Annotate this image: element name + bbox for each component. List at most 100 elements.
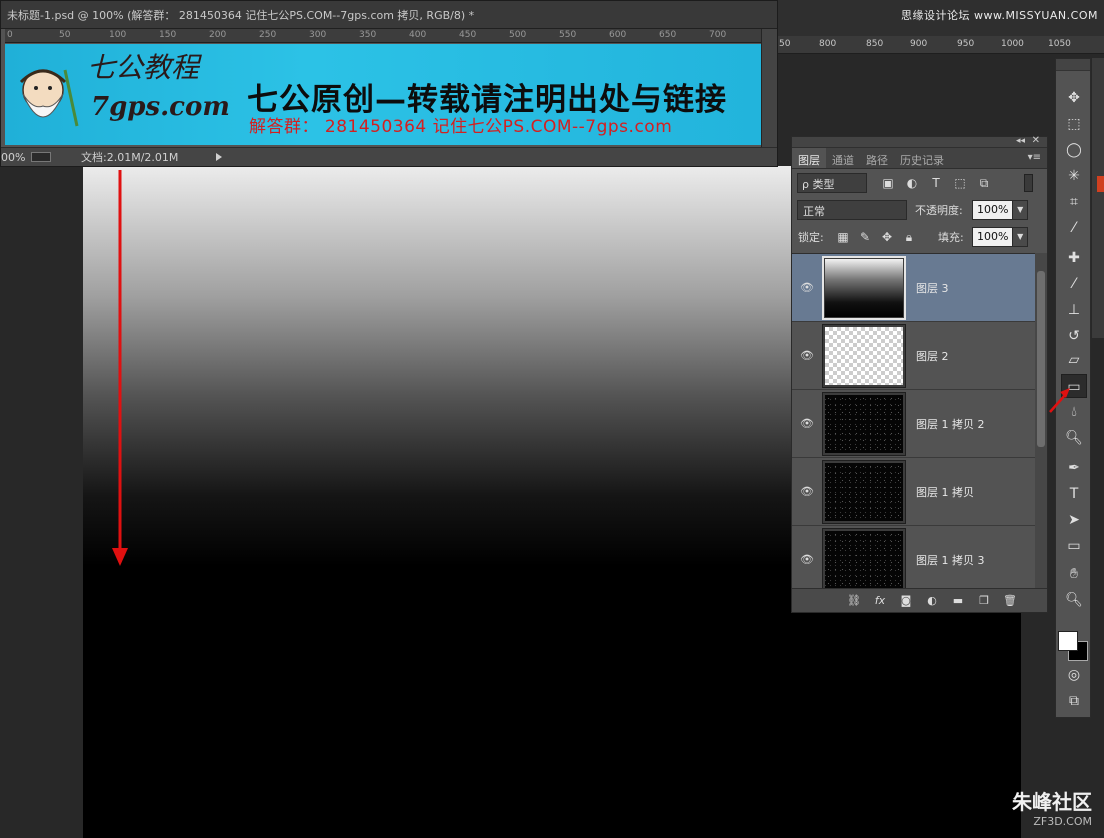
ruler-tick: 800 [819,39,837,49]
zoom-icon[interactable]: 🔍︎ [1061,588,1087,612]
tab-channels[interactable]: 通道 [826,148,860,168]
layer-row[interactable]: 👁︎ 图层 1 拷贝 3 [792,526,1035,588]
type-icon[interactable]: T [1061,482,1087,506]
eyedropper-icon[interactable]: ⁄ [1061,216,1087,240]
opacity-field[interactable]: 100% ▼ [972,200,1028,220]
shape-filter-icon[interactable]: ⬚ [952,175,968,191]
lock-pixels-icon[interactable]: ✎ [857,229,873,245]
crop-icon[interactable]: ⌗ [1061,190,1087,214]
layer-row[interactable]: 👁︎ 图层 2 [792,322,1035,390]
horizontal-ruler: 50 800 850 900 950 1000 1050 [777,36,1104,54]
adjustment-layer-icon[interactable]: ◐ [924,593,940,609]
brush-icon[interactable]: ⁄ [1061,272,1087,296]
status-menu-arrow-icon[interactable] [216,153,222,161]
foreground-color-swatch[interactable] [1058,631,1078,651]
layer-thumbnail[interactable] [822,255,906,320]
zoom-level[interactable]: 00% [1,151,31,164]
healing-icon[interactable]: ✚ [1061,246,1087,270]
history-brush-icon[interactable]: ↺ [1061,324,1087,348]
screen-mode-icon[interactable]: ⧉ [1061,689,1087,713]
ruler-tick: 950 [957,39,975,49]
layer-thumbnail[interactable] [822,391,906,456]
pixel-filter-icon[interactable]: ▣ [880,175,896,191]
document-scrollbar[interactable] [761,29,777,147]
chevron-down-icon[interactable]: ▼ [1012,228,1027,246]
rectangle-icon[interactable]: ▭ [1061,534,1087,558]
ruler-tick: 50 [779,39,791,49]
link-icon[interactable]: ⛓ [846,593,862,609]
folder-icon[interactable]: ▬ [950,593,966,609]
trash-icon[interactable]: 🗑︎ [1002,593,1018,609]
adjustment-filter-icon[interactable]: ◐ [904,175,920,191]
stamp-icon[interactable]: ⊥ [1061,298,1087,322]
panel-menu-icon[interactable]: ▾≡ [1028,152,1041,163]
mask-icon[interactable]: ◙ [898,593,914,609]
lock-transparent-icon[interactable]: ▦ [835,229,851,245]
quick-mask-icon[interactable]: ◎ [1061,663,1087,687]
ruler-tick: 350 [359,30,377,40]
layer-thumbnail[interactable] [822,323,906,388]
layer-name[interactable]: 图层 2 [916,348,949,364]
tab-history[interactable]: 历史记录 [894,148,950,168]
path-select-icon[interactable]: ➤ [1061,508,1087,532]
document-window[interactable]: 未标题-1.psd @ 100% (解答群： 281450364 记住七公PS.… [0,0,778,167]
color-chip [1097,176,1104,192]
opacity-value[interactable]: 100% [973,201,1013,219]
type-filter-icon[interactable]: T [928,175,944,191]
lock-position-icon[interactable]: ✥ [879,229,895,245]
eye-icon[interactable]: 👁︎ [792,553,822,566]
layer-name[interactable]: 图层 1 拷贝 3 [916,552,985,568]
layer-row[interactable]: 👁︎ 图层 1 拷贝 [792,458,1035,526]
dodge-icon[interactable]: 🔍︎ [1061,426,1087,450]
layer-row[interactable]: 👁︎ 图层 3 [792,254,1035,322]
eraser-icon[interactable]: ▱ [1061,348,1087,372]
ruler-tick: 600 [609,30,627,40]
quick-select-icon[interactable]: ✳ [1061,164,1087,188]
ruler-tick: 300 [309,30,327,40]
ruler-tick: 1000 [1001,39,1024,49]
fx-icon[interactable]: fx [872,593,888,609]
filter-toggle[interactable] [1024,174,1033,192]
document-tab[interactable]: 未标题-1.psd @ 100% (解答群： 281450364 记住七公PS.… [1,1,777,29]
layer-name[interactable]: 图层 3 [916,280,949,296]
layer-name[interactable]: 图层 1 拷贝 [916,484,974,500]
layer-name[interactable]: 图层 1 拷贝 2 [916,416,985,432]
tab-paths[interactable]: 路径 [860,148,894,168]
blend-row: 正常 不透明度: 100% ▼ [792,198,1047,222]
workspace-top-area: 思缘设计论坛 www.MISSYUAN.COM [777,0,1104,36]
collapse-icon[interactable]: ◂◂ [1016,136,1025,146]
eye-icon[interactable]: 👁︎ [792,281,822,294]
marquee-icon[interactable]: ⬚ [1061,112,1087,136]
panel-grip[interactable]: ◂◂ ✕ [792,135,1047,148]
gradient-direction-arrow [112,170,128,566]
blend-mode-select[interactable]: 正常 [797,200,907,220]
eye-icon[interactable]: 👁︎ [792,485,822,498]
fill-value[interactable]: 100% [973,228,1013,246]
tools-grip[interactable] [1056,59,1090,71]
move-icon[interactable]: ✥ [1061,86,1087,110]
lock-all-icon[interactable]: 🔒︎ [901,229,917,245]
ruler-tick: 650 [659,30,677,40]
fill-field[interactable]: 100% ▼ [972,227,1028,247]
layer-thumbnail[interactable] [822,459,906,524]
layer-list-scrollbar[interactable] [1035,253,1047,588]
chevron-down-icon[interactable]: ▼ [1012,201,1027,219]
eye-icon[interactable]: 👁︎ [792,417,822,430]
hand-icon[interactable]: ✋︎ [1061,562,1087,586]
layer-row[interactable]: 👁︎ 图层 1 拷贝 2 [792,390,1035,458]
photoshop-workspace: { "document": { "title": "未标题-1.psd @ 10… [0,0,1104,838]
layer-thumbnail[interactable] [822,527,906,588]
eye-icon[interactable]: 👁︎ [792,349,822,362]
pen-icon[interactable]: ✒ [1061,456,1087,480]
brand-url: 7gps.com [91,92,230,122]
close-icon[interactable]: ✕ [1032,135,1040,146]
scrollbar-thumb[interactable] [1037,271,1045,447]
tab-layers[interactable]: 图层 [792,148,826,168]
ruler-tick: 50 [59,30,71,40]
lasso-icon[interactable]: ◯ [1061,138,1087,162]
ruler-tick: 150 [159,30,177,40]
smart-object-filter-icon[interactable]: ⧉ [976,175,992,191]
filter-kind-select[interactable]: ρ 类型 [797,173,867,193]
collapsed-panel-strip[interactable] [1092,58,1104,338]
new-layer-icon[interactable]: ❐ [976,593,992,609]
